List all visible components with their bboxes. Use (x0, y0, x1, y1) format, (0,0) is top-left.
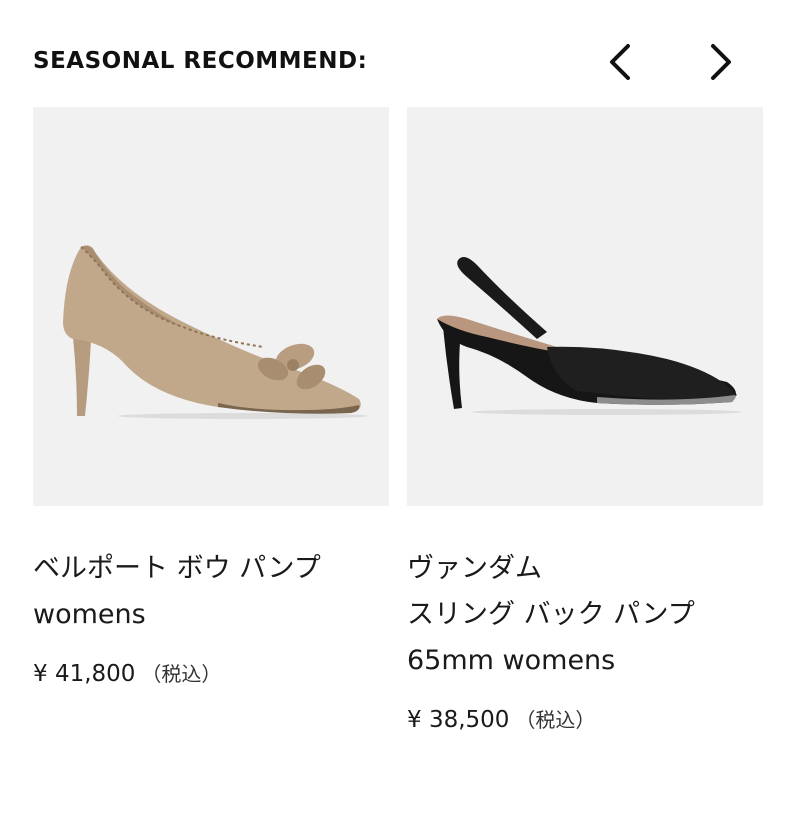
product-name-line: womens (33, 599, 146, 630)
product-name-line: スリング バック パンプ (407, 599, 695, 630)
price-value: ¥ 38,500 (407, 707, 510, 733)
product-price: ¥ 38,500 （税込） (407, 704, 763, 733)
tax-note: （税込） (141, 662, 222, 686)
product-name-line: ベルポート ボウ パンプ (33, 553, 321, 584)
product-card[interactable]: ベルポート ボウ パンプ womens ¥ 41,800 （税込） (33, 107, 389, 687)
chevron-right-icon (711, 44, 731, 80)
chevron-left-icon (610, 44, 630, 80)
section-title: SEASONAL RECOMMEND: (33, 48, 368, 74)
carousel-prev-button[interactable] (600, 40, 644, 84)
product-price: ¥ 41,800 （税込） (33, 658, 389, 687)
product-name-line: 65mm womens (407, 645, 616, 676)
beige-bow-pump-image (63, 245, 368, 419)
product-image[interactable] (33, 107, 389, 506)
black-slingback-pump-image (437, 257, 742, 415)
carousel-header: SEASONAL RECOMMEND: (33, 0, 763, 107)
product-image[interactable] (407, 107, 763, 506)
carousel-next-button[interactable] (697, 40, 741, 84)
product-name-line: ヴァンダム (407, 553, 542, 584)
tax-note: （税込） (515, 708, 596, 732)
product-card[interactable]: ヴァンダム スリング バック パンプ 65mm womens ¥ 38,500 （… (407, 107, 763, 733)
price-value: ¥ 41,800 (33, 661, 136, 687)
